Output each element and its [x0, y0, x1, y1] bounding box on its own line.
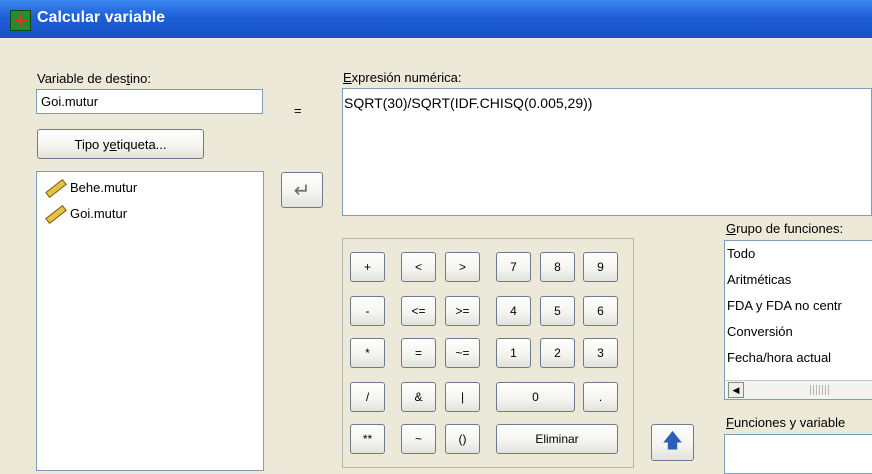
function-group-item[interactable]: Fecha/hora actual: [725, 345, 872, 371]
key-6[interactable]: 6: [583, 296, 618, 326]
key-less-than[interactable]: <: [401, 252, 436, 282]
equals-sign: =: [294, 103, 302, 118]
arrow-left-icon: ↵: [293, 179, 311, 202]
key-9[interactable]: 9: [583, 252, 618, 282]
key-7[interactable]: 7: [496, 252, 531, 282]
spss-compute-icon: [10, 10, 31, 31]
function-group-item[interactable]: FDA y FDA no centr: [725, 293, 872, 319]
delete-button[interactable]: Eliminar: [496, 424, 618, 454]
move-function-button[interactable]: 🡅: [651, 424, 694, 461]
key-2[interactable]: 2: [540, 338, 575, 368]
key-4[interactable]: 4: [496, 296, 531, 326]
key-plus[interactable]: +: [350, 252, 385, 282]
function-group-list[interactable]: Todo Aritméticas FDA y FDA no centr Conv…: [724, 240, 872, 400]
key-not-equal[interactable]: ~=: [445, 338, 480, 368]
scrollbar-thumb[interactable]: [810, 385, 830, 395]
scroll-left-icon[interactable]: ◀: [728, 382, 744, 398]
horizontal-scrollbar[interactable]: ◀: [726, 380, 872, 399]
expression-label: Expresión numérica:: [343, 70, 462, 85]
key-1[interactable]: 1: [496, 338, 531, 368]
target-variable-value: Goi.mutur: [41, 94, 99, 109]
key-0[interactable]: 0: [496, 382, 575, 412]
variable-item[interactable]: Behe.mutur: [37, 174, 263, 200]
key-less-equal[interactable]: <=: [401, 296, 436, 326]
window-title: Calcular variable: [37, 9, 166, 26]
functions-variables-list[interactable]: [724, 434, 872, 474]
key-multiply[interactable]: *: [350, 338, 385, 368]
key-parentheses[interactable]: (): [445, 424, 480, 454]
numeric-expression-textarea[interactable]: SQRT(30)/SQRT(IDF.CHISQ(0.005,29)): [342, 88, 872, 216]
key-not[interactable]: ~: [401, 424, 436, 454]
functions-variables-label: Funciones y variable: [726, 415, 846, 430]
arrow-up-icon: 🡅: [662, 429, 683, 452]
ruler-scale-icon: [43, 178, 65, 196]
key-8[interactable]: 8: [540, 252, 575, 282]
key-5[interactable]: 5: [540, 296, 575, 326]
title-bar: Calcular variable: [0, 0, 872, 38]
key-equal[interactable]: =: [401, 338, 436, 368]
ruler-scale-icon: [43, 204, 65, 222]
variable-item[interactable]: Goi.mutur: [37, 200, 263, 226]
source-variable-list[interactable]: Behe.mutur Goi.mutur: [36, 171, 264, 471]
key-power[interactable]: **: [350, 424, 385, 454]
key-3[interactable]: 3: [583, 338, 618, 368]
function-group-label: Grupo de funciones:: [726, 221, 844, 236]
function-group-item[interactable]: Todo: [725, 241, 872, 267]
move-to-expression-button[interactable]: ↵: [281, 172, 323, 208]
type-label-button[interactable]: Tipo y e tiqueta...: [37, 129, 204, 159]
key-greater-than[interactable]: >: [445, 252, 480, 282]
key-greater-equal[interactable]: >=: [445, 296, 480, 326]
function-group-item[interactable]: Aritméticas: [725, 267, 872, 293]
key-or[interactable]: |: [445, 382, 480, 412]
expression-text: SQRT(30)/SQRT(IDF.CHISQ(0.005,29)): [344, 95, 593, 111]
target-variable-label: Variable de destino:: [37, 71, 151, 86]
function-group-item[interactable]: Conversión: [725, 319, 872, 345]
key-minus[interactable]: -: [350, 296, 385, 326]
key-divide[interactable]: /: [350, 382, 385, 412]
target-variable-input[interactable]: Goi.mutur: [36, 89, 263, 114]
key-decimal[interactable]: .: [583, 382, 618, 412]
key-and[interactable]: &: [401, 382, 436, 412]
